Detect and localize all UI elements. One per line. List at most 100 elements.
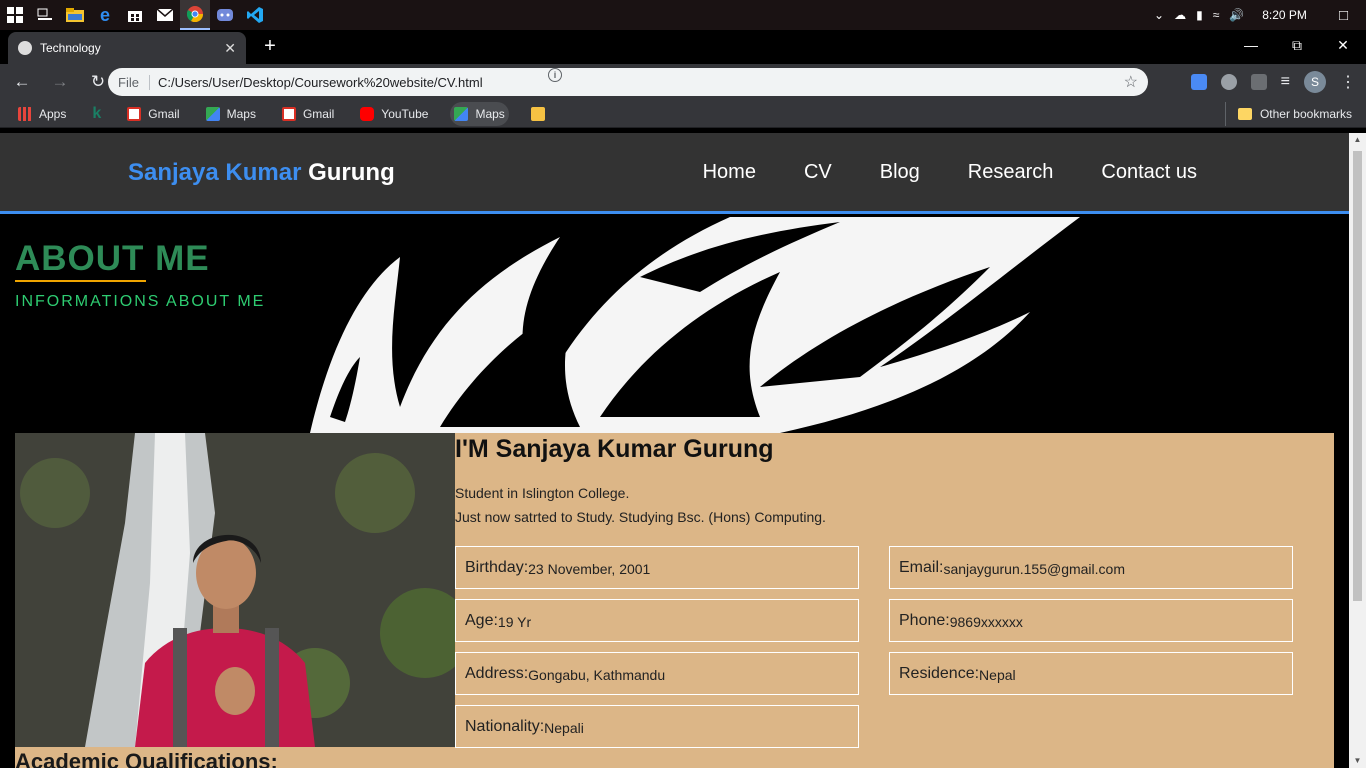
other-bookmarks-label: Other bookmarks — [1259, 107, 1352, 121]
bookmark-label: Maps — [226, 106, 256, 121]
extension-1-icon[interactable] — [1190, 74, 1207, 90]
email-field: Email: sanjaygurun.155@gmail.com — [889, 546, 1293, 589]
bookmark-gmail[interactable]: Gmail — [123, 102, 183, 126]
site-brand[interactable]: Sanjaya Kumar Gurung — [128, 159, 395, 187]
back-button[interactable]: ← — [6, 66, 38, 98]
maps-icon — [205, 106, 220, 121]
folder-icon — [1237, 108, 1252, 120]
new-tab-button[interactable]: + — [258, 34, 282, 58]
nav-home[interactable]: Home — [703, 161, 756, 184]
scroll-down-icon[interactable]: ▼ — [1353, 756, 1362, 766]
bookmark-star-icon[interactable]: ☆ — [1124, 72, 1138, 92]
bookmark-youtube[interactable]: YouTube — [356, 102, 432, 126]
task-view-icon[interactable] — [30, 0, 60, 30]
field-value: Gongabu, Kathmandu — [528, 666, 666, 683]
vscode-icon[interactable] — [240, 0, 270, 30]
site-header: Sanjaya Kumar Gurung Home CV Blog Resear… — [0, 133, 1349, 214]
scroll-up-icon[interactable]: ▲ — [1353, 135, 1362, 145]
bookmark-maps-2[interactable]: Maps — [450, 101, 509, 126]
field-value: 9869xxxxxx — [949, 613, 1023, 630]
brand-first-name: Sanjaya Kumar — [128, 159, 302, 186]
bookmark-k[interactable]: k — [88, 102, 105, 126]
maps-icon — [454, 106, 469, 121]
media-control-icon[interactable]: ≡ — [1281, 73, 1290, 91]
profile-avatar[interactable]: S — [1304, 71, 1326, 93]
gmail-icon — [281, 106, 296, 121]
volume-icon[interactable]: 🔊 — [1229, 8, 1244, 22]
extension-3-icon[interactable] — [1250, 74, 1267, 90]
battery-icon[interactable]: ▮ — [1196, 8, 1203, 22]
field-label: Birthday: — [465, 558, 529, 576]
tab-title: Technology — [40, 41, 101, 55]
academic-heading: Academic Qualifications: — [15, 749, 278, 768]
bookmark-label: Maps — [475, 106, 505, 121]
close-window-button[interactable]: ✕ — [1320, 30, 1366, 60]
about-subtitle: INFORMATIONS ABOUT ME — [15, 293, 266, 310]
bookmark-apps[interactable]: Apps — [14, 102, 70, 126]
windows-taskbar: e ⌄ ☁ ▮ ≈ 🔊 8:20 PM □ — [0, 0, 1366, 30]
nav-cv[interactable]: CV — [804, 161, 832, 184]
page-viewport: Sanjaya Kumar Gurung Home CV Blog Resear… — [0, 133, 1349, 768]
nav-blog[interactable]: Blog — [880, 161, 920, 184]
profile-section: I'M Sanjaya Kumar Gurung Student in Isli… — [15, 433, 1334, 768]
store-icon[interactable] — [120, 0, 150, 30]
wifi-icon[interactable]: ≈ — [1213, 8, 1220, 22]
other-bookmarks[interactable]: Other bookmarks — [1224, 102, 1352, 126]
forward-button[interactable]: → — [44, 66, 76, 98]
restore-button[interactable]: ⧉ — [1274, 30, 1320, 60]
browser-tab[interactable]: Technology ✕ — [8, 32, 246, 64]
apps-grid-icon — [18, 106, 32, 121]
site-nav: Home CV Blog Research Contact us — [703, 161, 1197, 184]
address-field: Address: Gongabu, Kathmandu — [455, 652, 859, 695]
mail-icon[interactable] — [150, 0, 180, 30]
field-label: Phone: — [899, 611, 950, 629]
chrome-icon[interactable] — [180, 0, 210, 30]
profile-info: I'M Sanjaya Kumar Gurung Student in Isli… — [455, 433, 1334, 748]
extension-2-icon[interactable] — [1220, 74, 1237, 90]
site-info-icon[interactable]: i — [548, 68, 562, 82]
edge-browser-icon[interactable]: e — [90, 0, 120, 30]
page-scrollbar[interactable]: ▲ ▼ — [1349, 133, 1366, 768]
field-label: Residence: — [899, 664, 980, 682]
file-explorer-icon[interactable] — [60, 0, 90, 30]
browser-toolbar: ← → ↻ i File C:/Users/User/Desktop/Cours… — [0, 64, 1366, 100]
minimize-button[interactable]: — — [1228, 30, 1274, 60]
brand-last-name: Gurung — [308, 159, 395, 186]
url-text[interactable]: C:/Users/User/Desktop/Coursework%20websi… — [158, 75, 1124, 90]
field-label: Address: — [465, 664, 529, 682]
globe-icon — [18, 41, 32, 55]
onedrive-icon[interactable]: ☁ — [1174, 8, 1186, 22]
scrollbar-thumb[interactable] — [1353, 151, 1362, 601]
clock[interactable]: 8:20 PM — [1262, 8, 1307, 22]
bookmark-classroom[interactable] — [527, 102, 556, 126]
tab-strip: Technology ✕ + — ⧉ ✕ — [0, 30, 1366, 64]
youtube-icon — [360, 106, 375, 121]
bookmark-maps[interactable]: Maps — [202, 102, 260, 126]
phone-field: Phone: 9869xxxxxx — [889, 599, 1293, 642]
close-tab-icon[interactable]: ✕ — [224, 40, 236, 57]
about-underline — [15, 280, 146, 282]
field-value: Nepali — [544, 719, 584, 736]
windows-start-icon[interactable] — [0, 0, 30, 30]
address-bar[interactable]: i File C:/Users/User/Desktop/Coursework%… — [108, 68, 1148, 96]
field-value: 19 Yr — [497, 613, 532, 630]
birthday-field: Birthday: 23 November, 2001 — [455, 546, 859, 589]
chevron-up-icon[interactable]: ⌄ — [1154, 8, 1164, 22]
discord-icon[interactable] — [210, 0, 240, 30]
gmail-icon — [127, 106, 142, 121]
profile-photo — [15, 433, 455, 747]
bookmark-label: YouTube — [381, 106, 429, 121]
system-tray: ⌄ ☁ ▮ ≈ 🔊 8:20 PM □ — [1154, 0, 1366, 30]
url-scheme-label: File — [118, 74, 150, 90]
field-label: Email: — [899, 558, 944, 576]
bookmark-gmail-2[interactable]: Gmail — [278, 102, 338, 126]
bookmark-label: Apps — [39, 106, 67, 121]
extensions-area: ≡ S ⋮ — [1190, 64, 1356, 100]
chrome-menu-icon[interactable]: ⋮ — [1340, 72, 1356, 92]
notifications-icon[interactable]: □ — [1339, 7, 1348, 24]
nav-contact[interactable]: Contact us — [1101, 161, 1197, 184]
nav-research[interactable]: Research — [968, 161, 1054, 184]
field-label: Age: — [465, 611, 498, 629]
field-value: sanjaygurun.155@gmail.com — [943, 560, 1125, 577]
about-title: ABOUT ME — [15, 239, 210, 278]
